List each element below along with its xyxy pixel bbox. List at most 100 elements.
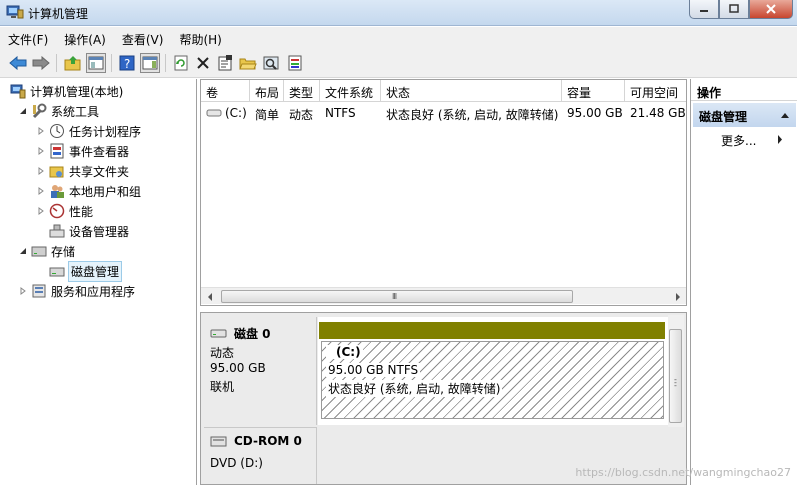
actions-pane: 操作 磁盘管理 更多... — [690, 79, 797, 485]
cdrom-info[interactable]: CD-ROM 0 DVD (D:) — [204, 427, 317, 484]
column-header-capacity[interactable]: 容量 — [562, 80, 625, 102]
expand-arrow-icon[interactable] — [18, 286, 28, 296]
tree-item-local-users[interactable]: 本地用户和组 — [36, 181, 141, 201]
menu-action[interactable]: 操作(A) — [56, 27, 114, 49]
expand-arrow-icon[interactable] — [36, 186, 46, 196]
column-header-layout[interactable]: 布局 — [250, 80, 284, 102]
disk-type: 动态 — [210, 346, 235, 360]
watermark: https://blog.csdn.net/wangmingchao27 — [575, 466, 791, 479]
help-icon: ? — [119, 55, 135, 71]
help-button[interactable]: ? — [117, 53, 137, 73]
tree-item-event-viewer[interactable]: 事件查看器 — [36, 141, 129, 161]
disk-management-icon — [49, 263, 65, 279]
properties-icon — [218, 55, 232, 71]
column-header-type[interactable]: 类型 — [284, 80, 320, 102]
tree-item-computer-management[interactable]: 计算机管理(本地) — [10, 81, 123, 101]
vertical-scrollbar[interactable]: --- — [668, 315, 684, 435]
cell-layout: 简单 — [255, 108, 280, 122]
minimize-icon — [700, 10, 708, 12]
search-icon — [263, 56, 279, 70]
scroll-left-icon[interactable] — [205, 292, 215, 302]
back-arrow-icon — [9, 56, 27, 70]
volume-list: 卷 布局 类型 文件系统 状态 容量 可用空间 (C:) 简单 动态 NTFS … — [200, 79, 687, 306]
column-header-free-space[interactable]: 可用空间 — [625, 80, 686, 102]
window-title: 计算机管理 — [28, 7, 89, 21]
horizontal-scrollbar[interactable]: III — [201, 287, 686, 304]
tree-item-storage[interactable]: 存储 — [18, 241, 75, 261]
disk-state: 联机 — [210, 380, 235, 394]
expand-arrow-icon[interactable] — [36, 166, 46, 176]
tree-item-performance[interactable]: 性能 — [36, 201, 93, 221]
tree-item-system-tools[interactable]: 系统工具 — [18, 101, 99, 121]
close-button[interactable] — [749, 0, 793, 19]
volume-c-partition[interactable]: (C:) 95.00 GB NTFS 状态良好 (系统, 启动, 故障转储) — [321, 341, 664, 419]
computer-management-icon — [6, 4, 24, 20]
cell-free-space: 21.48 GB — [630, 106, 686, 120]
toolbar: ? — [0, 49, 797, 78]
export-button[interactable] — [285, 53, 305, 73]
cell-type: 动态 — [289, 108, 314, 122]
minimize-button[interactable] — [689, 0, 719, 19]
close-icon — [766, 4, 776, 14]
tree-item-services-apps[interactable]: 服务和应用程序 — [18, 281, 135, 301]
disk-size: 95.00 GB — [210, 361, 266, 375]
tree-item-device-manager[interactable]: 设备管理器 — [36, 221, 129, 241]
column-header-status[interactable]: 状态 — [381, 80, 562, 102]
collapse-up-icon[interactable] — [780, 111, 790, 119]
collapse-arrow-icon[interactable] — [18, 106, 28, 116]
clock-icon — [49, 123, 65, 139]
scrollbar-thumb[interactable]: --- — [669, 329, 682, 423]
tree-item-label: 磁盘管理 — [67, 260, 123, 282]
volume-color-bar — [319, 322, 665, 339]
back-button[interactable] — [8, 53, 28, 73]
cdrom-icon — [210, 436, 227, 447]
tree-item-task-scheduler[interactable]: 任务计划程序 — [36, 121, 141, 141]
expand-arrow-icon[interactable] — [36, 126, 46, 136]
cell-capacity: 95.00 GB — [567, 106, 623, 120]
forward-button[interactable] — [31, 53, 51, 73]
computer-management-icon — [10, 83, 26, 99]
tree-item-label: 任务计划程序 — [69, 124, 142, 139]
menu-help[interactable]: 帮助(H) — [171, 27, 229, 49]
tree-item-disk-management[interactable]: 磁盘管理 — [36, 260, 123, 282]
menu-file[interactable]: 文件(F) — [0, 27, 56, 49]
open-icon — [239, 58, 257, 70]
drive-icon — [206, 109, 222, 117]
more-actions-link[interactable]: 更多... — [721, 132, 756, 149]
partition-size-fs: 95.00 GB NTFS — [326, 363, 421, 377]
storage-icon — [31, 243, 47, 259]
tree-item-label: 性能 — [69, 204, 94, 219]
show-action-pane-button[interactable] — [140, 53, 160, 73]
tree-item-label: 计算机管理(本地) — [30, 84, 124, 99]
cell-volume: (C:) — [201, 103, 250, 123]
partition-label: (C:) — [326, 345, 363, 359]
expand-arrow-icon[interactable] — [36, 146, 46, 156]
device-manager-icon — [49, 223, 65, 239]
properties-button[interactable] — [215, 53, 235, 73]
delete-icon — [197, 57, 209, 69]
show-hide-tree-button[interactable] — [86, 53, 106, 73]
tree-item-shared-folders[interactable]: 共享文件夹 — [36, 161, 129, 181]
open-button[interactable] — [238, 53, 258, 73]
expand-arrow-icon[interactable] — [36, 206, 46, 216]
actions-section-disk-management[interactable]: 磁盘管理 — [693, 103, 796, 127]
services-icon — [31, 283, 47, 299]
table-row[interactable]: (C:) 简单 动态 NTFS 状态良好 (系统, 启动, 故障转储) 95.0… — [201, 103, 686, 123]
cdrom-name: CD-ROM 0 — [234, 434, 302, 448]
maximize-icon — [729, 4, 739, 13]
maximize-button[interactable] — [719, 0, 749, 19]
scroll-right-icon[interactable] — [673, 292, 683, 302]
collapse-arrow-icon[interactable] — [18, 246, 28, 256]
up-level-button[interactable] — [63, 53, 83, 73]
users-icon — [49, 183, 65, 199]
scrollbar-thumb[interactable]: III — [221, 290, 573, 303]
menu-view[interactable]: 查看(V) — [114, 27, 172, 49]
tree-item-label: 服务和应用程序 — [51, 284, 136, 299]
delete-button[interactable] — [193, 53, 213, 73]
column-header-filesystem[interactable]: 文件系统 — [320, 80, 381, 102]
column-header-volume[interactable]: 卷 — [201, 80, 250, 102]
refresh-button[interactable] — [171, 53, 191, 73]
search-button[interactable] — [261, 53, 281, 73]
disk-0-info[interactable]: 磁盘 0 动态 95.00 GB 联机 — [204, 317, 317, 425]
hard-disk-icon — [210, 329, 227, 337]
